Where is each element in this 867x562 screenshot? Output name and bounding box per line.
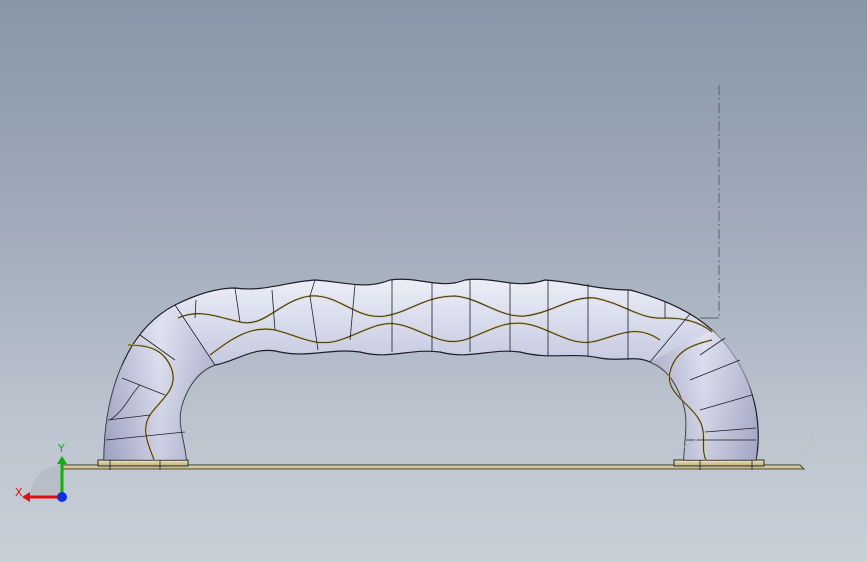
y-axis-label: Y: [57, 442, 65, 455]
3d-graphics-viewport[interactable]: Y X: [0, 0, 867, 562]
right-foot-pad[interactable]: [673, 459, 765, 467]
wavy-arch-body[interactable]: [103, 278, 759, 470]
x-axis-arrow-icon: [22, 492, 30, 502]
y-axis-arrow-icon: [57, 456, 67, 464]
model-view[interactable]: [0, 0, 867, 562]
x-axis-label: X: [15, 486, 23, 499]
left-foot-pad[interactable]: [97, 459, 189, 467]
triad-plane-shading: [30, 465, 62, 497]
reference-triad[interactable]: Y X: [10, 440, 80, 510]
z-axis-dot-icon: [57, 492, 67, 502]
